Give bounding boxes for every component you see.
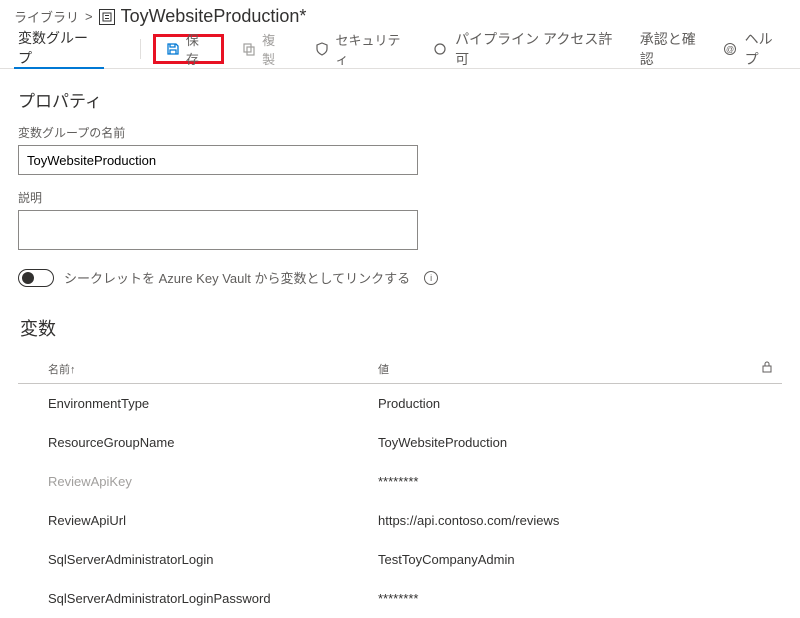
pipeline-perms-icon[interactable] [433,42,447,56]
variable-name: EnvironmentType [48,396,378,411]
shield-icon [315,42,329,56]
variable-name: SqlServerAdministratorLogin [48,552,378,567]
page-title: ToyWebsiteProduction* [121,6,307,27]
properties-heading: プロパティ [18,87,782,112]
table-row[interactable]: ReviewApiKey******** [18,462,782,501]
col-name-header[interactable]: 名前↑ [48,361,378,377]
variable-value: Production [378,396,782,411]
table-header: 名前↑ 値 [18,355,782,384]
table-row[interactable]: EnvironmentTypeProduction [18,384,782,423]
variable-value: ******** [378,474,782,489]
variable-value: ToyWebsiteProduction [378,435,782,450]
breadcrumb-separator: > [85,9,93,24]
save-button[interactable]: 保存 [153,34,224,64]
toolbar-separator [140,39,141,59]
security-button[interactable]: セキュリティ [305,34,421,64]
variable-value: ******** [378,591,782,606]
table-row[interactable]: SqlServerAdministratorLoginPassword*****… [18,579,782,618]
col-lock-header [752,361,782,377]
info-icon[interactable]: i [424,271,438,285]
table-row[interactable]: SqlServerAdministratorLoginTestToyCompan… [18,540,782,579]
save-label: 保存 [186,30,211,68]
svg-text:@: @ [726,45,734,54]
description-label: 説明 [18,189,782,206]
pipeline-permissions-link[interactable]: パイプライン アクセス許可 [455,29,624,69]
variables-heading: 変数 [18,315,782,341]
keyvault-toggle[interactable] [18,269,54,287]
help-icon[interactable]: @ [723,42,737,56]
group-name-input[interactable] [18,145,418,175]
variable-value: https://api.contoso.com/reviews [378,513,782,528]
breadcrumb-library-link[interactable]: ライブラリ [14,7,79,26]
clone-icon [242,42,256,56]
col-value-header[interactable]: 値 [378,361,752,377]
save-icon [166,42,180,56]
table-row[interactable]: ResourceGroupNameToyWebsiteProduction [18,423,782,462]
toggle-knob [22,272,34,284]
table-row[interactable]: ReviewApiUrlhttps://api.contoso.com/revi… [18,501,782,540]
variable-value: TestToyCompanyAdmin [378,552,782,567]
keyvault-toggle-label: シークレットを Azure Key Vault から変数としてリンクする [64,268,410,287]
variable-name: SqlServerAdministratorLoginPassword [48,591,378,606]
security-label: セキュリティ [335,30,411,68]
variable-group-icon [99,9,115,25]
description-input[interactable] [18,210,418,250]
variable-name: ReviewApiKey [48,474,378,489]
lock-icon [762,361,772,373]
breadcrumb: ライブラリ > ToyWebsiteProduction* [0,0,800,29]
variable-name: ReviewApiUrl [48,513,378,528]
name-field-label: 変数グループの名前 [18,124,782,141]
variable-name: ResourceGroupName [48,435,378,450]
variables-table: 名前↑ 値 EnvironmentTypeProductionResourceG… [18,355,782,618]
approvals-link[interactable]: 承認と確認 [640,29,709,69]
clone-button: 複製 [232,34,297,64]
clone-label: 複製 [262,30,287,68]
help-link[interactable]: ヘルプ [745,29,786,69]
toolbar: 変数グループ 保存 複製 セキュリティ パイプライン アクセス許可 承認と確認 … [0,29,800,69]
tab-variable-groups[interactable]: 変数グループ [14,29,104,69]
